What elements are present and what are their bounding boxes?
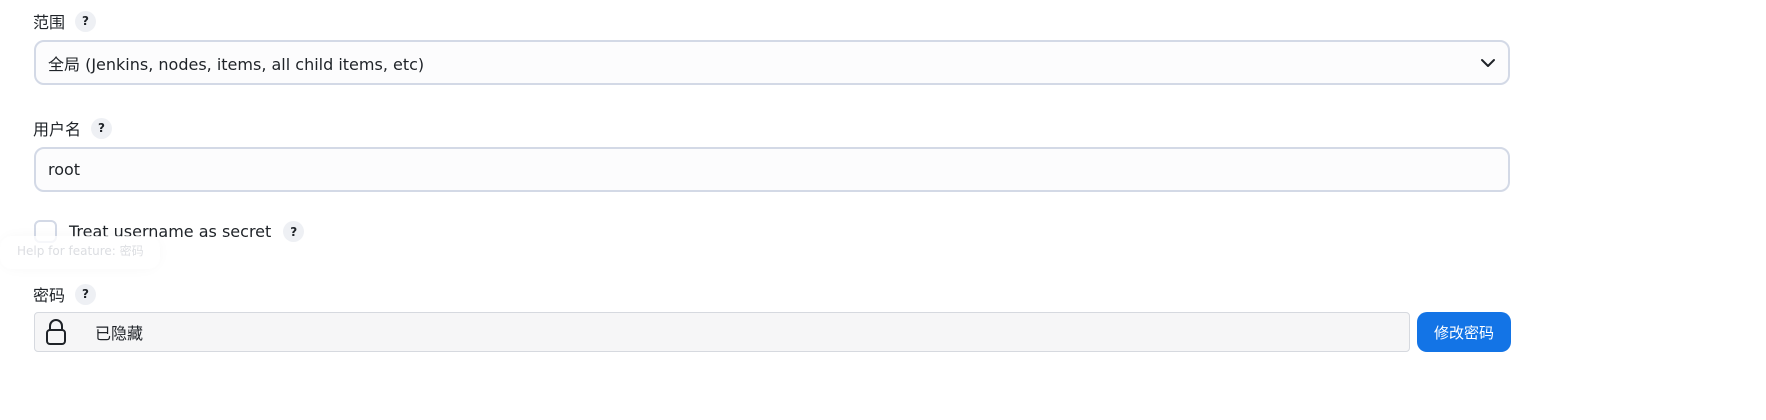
password-label-row: 密码 ? (33, 282, 97, 306)
username-help-icon[interactable]: ? (91, 117, 113, 139)
username-value: root (48, 160, 81, 179)
chevron-down-icon (1480, 55, 1496, 71)
treat-secret-help-icon[interactable]: ? (283, 221, 305, 242)
username-input[interactable]: root (34, 147, 1510, 192)
username-label: 用户名 (33, 120, 82, 139)
password-help-icon[interactable]: ? (75, 283, 97, 305)
scope-label: 范围 (33, 13, 66, 32)
scope-help-icon[interactable]: ? (75, 10, 97, 32)
change-password-button[interactable]: 修改密码 (1417, 312, 1511, 352)
password-field: 已隐藏 (34, 312, 1410, 352)
credentials-form: 范围 ? 全局 (Jenkins, nodes, items, all chil… (0, 0, 1766, 420)
scope-select[interactable]: 全局 (Jenkins, nodes, items, all child ite… (34, 40, 1510, 85)
help-tooltip: Help for feature: 密码 (0, 236, 160, 269)
lock-icon (45, 318, 67, 346)
password-label: 密码 (33, 286, 66, 305)
scope-select-value: 全局 (Jenkins, nodes, items, all child ite… (48, 54, 425, 74)
password-hidden-value: 已隐藏 (95, 324, 144, 343)
scope-label-row: 范围 ? (33, 9, 97, 33)
username-label-row: 用户名 ? (33, 116, 113, 140)
